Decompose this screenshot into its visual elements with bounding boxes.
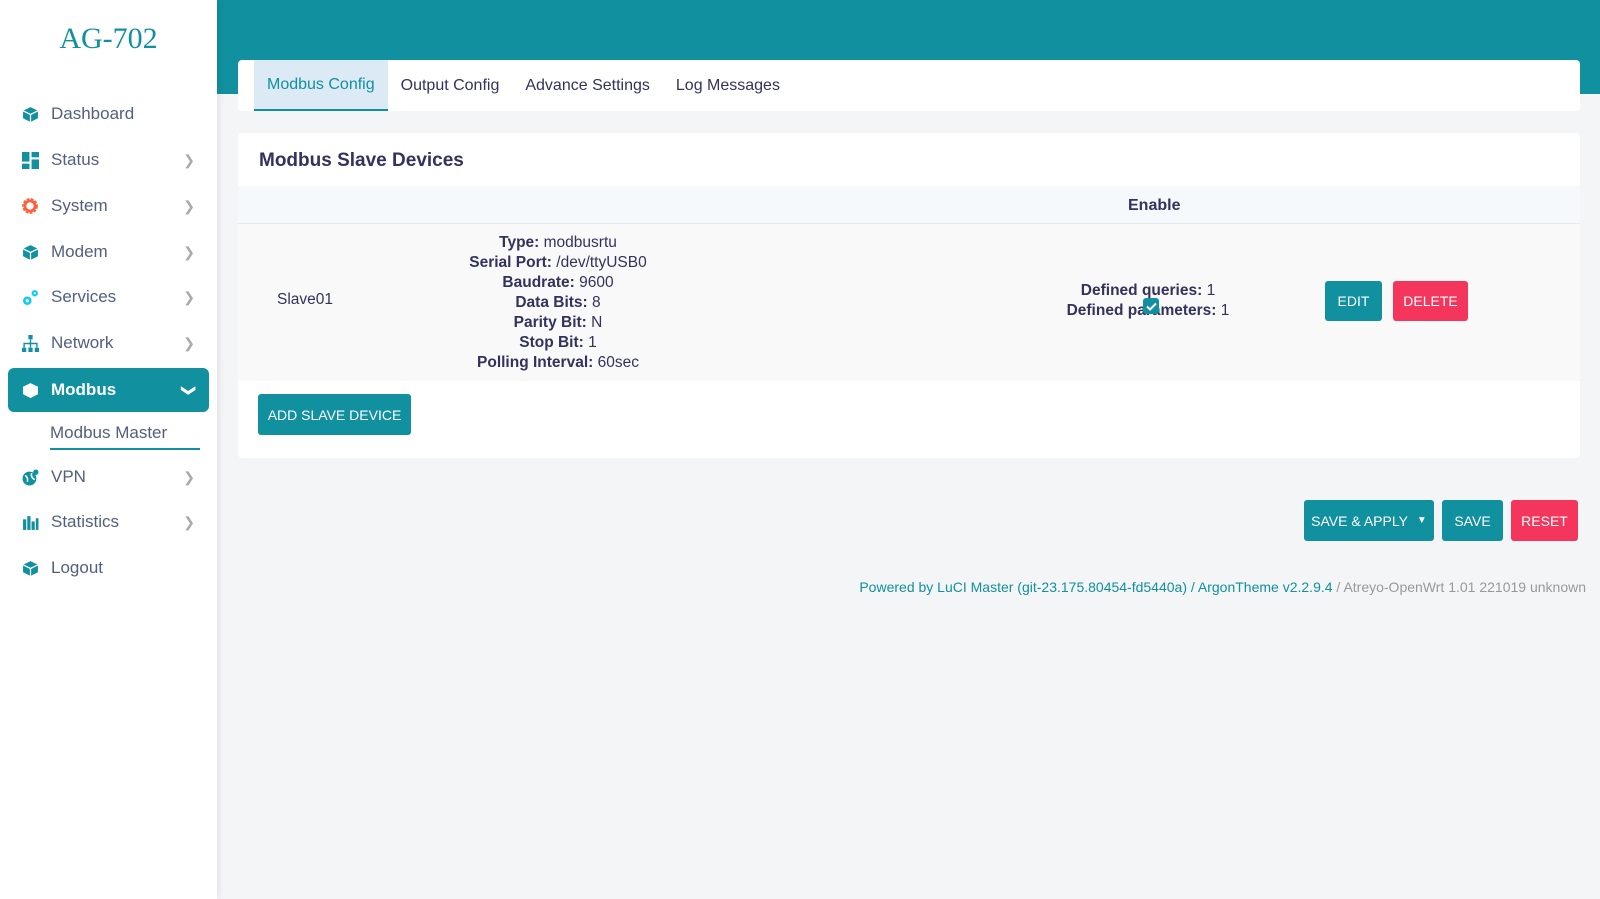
tab-bar: Modbus Config Output Config Advance Sett… [238, 60, 1580, 111]
sidebar: AG-702 Dashboard Status ❯ System ❯ Modem ❯ Serv… [0, 0, 217, 899]
caret-down-icon: ▼ [1416, 515, 1427, 526]
chevron-right-icon: ❯ [183, 468, 195, 485]
chevron-right-icon: ❯ [183, 151, 195, 168]
detail-label: Polling Interval: [477, 354, 594, 371]
slave-devices-card: Modbus Slave Devices Enable Slave01 Type… [238, 133, 1580, 458]
table-header: Enable [238, 186, 1580, 224]
tab-advance-settings[interactable]: Advance Settings [512, 60, 663, 111]
sidebar-item-vpn[interactable]: VPN ❯ [8, 455, 209, 499]
detail-label: Parity Bit: [513, 314, 587, 331]
save-button[interactable]: SAVE [1442, 500, 1503, 541]
detail-label: Serial Port: [469, 254, 552, 271]
detail-line: Serial Port: /dev/ttyUSB0 [408, 253, 708, 273]
delete-button[interactable]: DELETE [1393, 281, 1468, 321]
sidebar-item-label: VPN [51, 467, 86, 486]
save-apply-button[interactable]: SAVE & APPLY ▼ [1304, 500, 1434, 541]
footer: Powered by LuCI Master (git-23.175.80454… [859, 579, 1586, 595]
detail-value: /dev/ttyUSB0 [556, 254, 647, 271]
column-header-enable: Enable [1128, 197, 1181, 214]
sidebar-item-label: Network [51, 333, 114, 352]
detail-label: Stop Bit: [519, 334, 584, 351]
gear-icon [21, 197, 39, 215]
cube-icon [21, 243, 39, 261]
tab-modbus-config[interactable]: Modbus Config [254, 60, 388, 111]
sidebar-item-modem[interactable]: Modem ❯ [8, 230, 209, 274]
cube-icon [21, 381, 39, 399]
detail-label: Type: [499, 234, 540, 251]
brand-logo: AG-702 [59, 22, 158, 55]
sidebar-item-label: Logout [51, 558, 103, 577]
sidebar-item-status[interactable]: Status ❯ [8, 138, 209, 182]
detail-label: Baudrate: [502, 274, 575, 291]
luci-link[interactable]: Powered by LuCI Master (git-23.175.80454… [859, 579, 1187, 595]
slave-details: Type: modbusrtu Serial Port: /dev/ttyUSB0… [408, 233, 708, 373]
detail-value: 60sec [597, 354, 639, 371]
table-row: Slave01 Type: modbusrtu Serial Port: /dev… [238, 224, 1580, 381]
sidebar-item-label: Modem [51, 242, 108, 261]
sidebar-item-services[interactable]: Services ❯ [8, 275, 209, 319]
chevron-right-icon: ❯ [183, 334, 195, 351]
sidebar-subitem-modbus-master[interactable]: Modbus Master [50, 420, 200, 450]
sidebar-item-modbus[interactable]: Modbus ❯ [8, 368, 209, 412]
detail-label: Defined parameters: [1066, 302, 1217, 319]
detail-line: Polling Interval: 60sec [408, 353, 708, 373]
detail-value: 1 [1220, 302, 1230, 319]
chevron-right-icon: ❯ [183, 513, 195, 530]
chevron-down-icon: ❯ [181, 384, 198, 396]
tab-output-config[interactable]: Output Config [388, 60, 513, 111]
cogs-icon [21, 288, 39, 306]
sidebar-item-statistics[interactable]: Statistics ❯ [8, 500, 209, 544]
grid-icon [21, 151, 39, 169]
detail-value: modbusrtu [543, 234, 617, 251]
sidebar-item-label: Services [51, 287, 117, 306]
sidebar-item-label: Modbus [51, 380, 117, 399]
sidebar-item-system[interactable]: System ❯ [8, 184, 209, 228]
cube-icon [21, 105, 39, 123]
section-title: Modbus Slave Devices [259, 150, 464, 171]
sidebar-item-dashboard[interactable]: Dashboard [8, 92, 209, 136]
detail-value: 9600 [579, 274, 614, 291]
detail-line: Baudrate: 9600 [408, 273, 708, 293]
detail-line: Type: modbusrtu [408, 233, 708, 253]
detail-line: Data Bits: 8 [408, 293, 708, 313]
separator: / [1332, 579, 1344, 595]
check-icon [1145, 302, 1157, 311]
detail-line: Stop Bit: 1 [408, 333, 708, 353]
detail-value: 1 [1206, 282, 1216, 299]
build-info: Atreyo-OpenWrt 1.01 221019 unknown [1343, 579, 1586, 595]
detail-value: 1 [588, 334, 597, 351]
sidebar-item-label: Dashboard [51, 104, 135, 123]
chevron-right-icon: ❯ [183, 288, 195, 305]
reset-button[interactable]: RESET [1511, 500, 1578, 541]
enable-checkbox[interactable] [1143, 298, 1159, 314]
detail-line: Parity Bit: N [408, 313, 708, 333]
sidebar-item-label: Status [51, 150, 100, 169]
detail-value: 8 [592, 294, 601, 311]
chevron-right-icon: ❯ [183, 197, 195, 214]
detail-label: Data Bits: [515, 294, 588, 311]
sidebar-item-logout[interactable]: Logout [8, 546, 209, 590]
detail-value: N [591, 314, 603, 331]
theme-link[interactable]: ArgonTheme v2.2.9.4 [1198, 579, 1333, 595]
chevron-right-icon: ❯ [183, 243, 195, 260]
globe-icon [21, 468, 39, 486]
separator: / [1186, 579, 1198, 595]
slave-name: Slave01 [277, 291, 334, 308]
edit-button[interactable]: EDIT [1325, 281, 1382, 321]
sidebar-item-network[interactable]: Network ❯ [8, 321, 209, 365]
cube-icon [21, 559, 39, 577]
sidebar-item-label: Statistics [51, 512, 120, 531]
detail-label: Defined queries: [1080, 282, 1203, 299]
tab-log-messages[interactable]: Log Messages [663, 60, 793, 111]
bar-chart-icon [21, 513, 39, 531]
save-apply-label: SAVE & APPLY [1311, 512, 1408, 529]
sitemap-icon [21, 334, 39, 352]
sidebar-item-label: System [51, 196, 108, 215]
add-slave-device-button[interactable]: ADD SLAVE DEVICE [258, 394, 411, 435]
